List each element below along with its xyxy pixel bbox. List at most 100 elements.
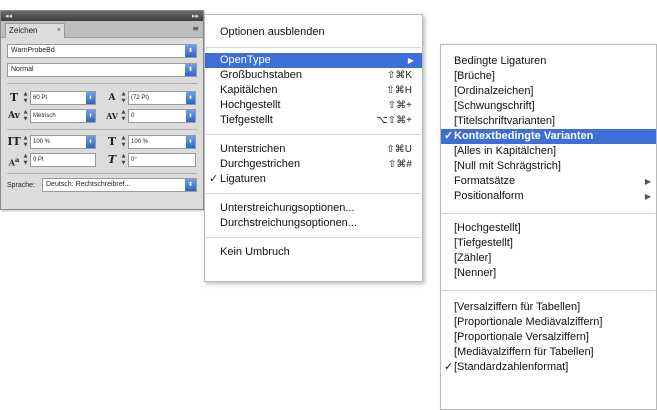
menu-item-small-caps[interactable]: Kapitälchen ⇧⌘H: [205, 83, 422, 98]
menu-item-label: Hochgestellt: [220, 99, 281, 111]
menu-item-superscript[interactable]: Hochgestellt ⇧⌘+: [205, 98, 422, 113]
collapse-icon[interactable]: ◂◂: [5, 12, 12, 20]
submenu-item[interactable]: [Hochgestellt]: [441, 221, 656, 236]
menu-item-strikethrough[interactable]: Durchgestrichen ⇧⌘#: [205, 157, 422, 172]
chevron-updown-icon: ⬍: [185, 64, 196, 76]
submenu-item-stylistic-sets[interactable]: Formatsätze ▶: [441, 174, 656, 189]
menu-item-hide-options[interactable]: Optionen ausblenden: [205, 25, 422, 40]
menu-item-label: Durchgestrichen: [220, 158, 301, 170]
close-icon[interactable]: ×: [57, 24, 61, 37]
submenu-item-label: [Titelschriftvarianten]: [454, 115, 556, 127]
submenu-item-label: [Proportionale Versalziffern]: [454, 331, 589, 343]
submenu-item-label: [Tiefgestellt]: [454, 237, 513, 249]
submenu-item-label: Bedingte Ligaturen: [454, 55, 547, 67]
stepper-icon[interactable]: ▲ ▼: [22, 135, 29, 149]
leading-input[interactable]: (72 Pt) ⬍: [128, 91, 196, 105]
menu-item-label: Kapitälchen: [220, 84, 278, 96]
menu-item-subscript[interactable]: Tiefgestellt ⌥⇧⌘+: [205, 113, 422, 128]
chevron-updown-icon: ⬍: [86, 136, 95, 148]
menu-item-no-break[interactable]: Kein Umbruch: [205, 245, 422, 260]
vertical-scale-input[interactable]: 100 % ⬍: [30, 135, 96, 149]
stepper-icon[interactable]: ▲ ▼: [120, 91, 127, 105]
submenu-arrow-icon: ▶: [644, 177, 651, 186]
submenu-item[interactable]: [Schwungschrift]: [441, 99, 656, 114]
submenu-item[interactable]: [Alles in Kapitälchen]: [441, 144, 656, 159]
submenu-item[interactable]: [Titelschriftvarianten]: [441, 114, 656, 129]
submenu-item-label: [Proportionale Mediävalziffern]: [454, 316, 603, 328]
chevron-updown-icon: ⬍: [186, 92, 195, 104]
submenu-item-positional-forms[interactable]: Positionalform ▶: [441, 189, 656, 204]
language-label: Sprache:: [7, 182, 36, 189]
checkmark-icon: ✓: [444, 130, 454, 142]
submenu-item[interactable]: [Brüche]: [441, 69, 656, 84]
kerning-input[interactable]: Metrisch ⬍: [30, 109, 96, 123]
kerning-value: Metrisch: [33, 113, 56, 119]
submenu-item-contextual-alternates[interactable]: ✓ Kontextbedingte Varianten: [441, 129, 656, 144]
submenu-item-label: [Standardzahlenformat]: [454, 361, 569, 373]
chevron-updown-icon: ⬍: [185, 179, 196, 191]
chevron-updown-icon: ⬍: [86, 92, 95, 104]
submenu-item[interactable]: [Ordinalzeichen]: [441, 84, 656, 99]
font-family-select[interactable]: WarnProbeBd ⬍: [7, 44, 197, 58]
submenu-item[interactable]: [Null mit Schrägstrich]: [441, 159, 656, 174]
baseline-shift-icon: Aa: [8, 156, 20, 168]
chevron-updown-icon: ⬍: [86, 110, 95, 122]
stepper-icon[interactable]: ▲ ▼: [120, 109, 127, 123]
menu-item-underline[interactable]: Unterstrichen ⇧⌘U: [205, 142, 422, 157]
skew-input[interactable]: 0°: [128, 153, 196, 167]
menu-item-opentype[interactable]: OpenType ▶: [205, 53, 422, 68]
menu-separator: [206, 47, 421, 48]
panel-titlebar[interactable]: ◂◂ ▸▸: [1, 11, 203, 21]
submenu-item[interactable]: [Nenner]: [441, 266, 656, 281]
submenu-item[interactable]: Bedingte Ligaturen: [441, 54, 656, 69]
panel-menu-icon[interactable]: ≡: [192, 25, 199, 33]
menu-item-label: Optionen ausblenden: [220, 26, 325, 38]
tab-character[interactable]: Zeichen ×: [5, 23, 65, 38]
submenu-item-label: Formatsätze: [454, 175, 516, 187]
baseline-shift-input[interactable]: 0 Pt: [30, 153, 96, 167]
tab-label: Zeichen: [9, 26, 38, 35]
horizontal-scale-icon: T: [107, 135, 117, 148]
chevron-updown-icon: ⬍: [186, 110, 195, 122]
menu-separator: [206, 193, 421, 194]
submenu-item[interactable]: [Versalziffern für Tabellen]: [441, 300, 656, 315]
character-panel-menu: Optionen ausblenden OpenType ▶ Großbuchs…: [204, 14, 423, 282]
menu-item-underline-options[interactable]: Unterstreichungsoptionen...: [205, 201, 422, 216]
vertical-scale-value: 100 %: [33, 139, 51, 145]
submenu-item[interactable]: [Zähler]: [441, 251, 656, 266]
submenu-item[interactable]: [Mediävalziffern für Tabellen]: [441, 345, 656, 360]
stepper-icon[interactable]: ▲ ▼: [120, 153, 127, 167]
tracking-icon: AV: [106, 111, 118, 121]
submenu-item[interactable]: [Proportionale Versalziffern]: [441, 330, 656, 345]
stepper-icon[interactable]: ▲ ▼: [22, 91, 29, 105]
shortcut-label: ⇧⌘K: [386, 70, 412, 81]
stepper-icon[interactable]: ▲ ▼: [120, 135, 127, 149]
opentype-submenu: Bedingte Ligaturen [Brüche] [Ordinalzeic…: [440, 44, 657, 410]
submenu-item-label: [Alles in Kapitälchen]: [454, 145, 557, 157]
menu-item-label: Großbuchstaben: [220, 69, 302, 81]
menu-item-strikethrough-options[interactable]: Durchstreichungsoptionen...: [205, 216, 422, 231]
menu-item-ligatures[interactable]: ✓ Ligaturen: [205, 172, 422, 187]
horizontal-scale-input[interactable]: 100 % ⬍: [128, 135, 196, 149]
submenu-arrow-icon: ▶: [407, 56, 414, 65]
menu-item-label: Unterstrichen: [220, 143, 286, 155]
stepper-icon[interactable]: ▲ ▼: [22, 153, 29, 167]
menu-item-label: Durchstreichungsoptionen...: [220, 217, 357, 229]
language-select[interactable]: Deutsch: Rechtschreibref... ⬍: [42, 178, 197, 192]
expand-icon[interactable]: ▸▸: [192, 12, 199, 20]
submenu-item[interactable]: [Tiefgestellt]: [441, 236, 656, 251]
font-style-select[interactable]: Normal ⬍: [7, 63, 197, 77]
menu-item-all-caps[interactable]: Großbuchstaben ⇧⌘K: [205, 68, 422, 83]
submenu-item[interactable]: [Proportionale Mediävalziffern]: [441, 315, 656, 330]
submenu-item-default-figure-style[interactable]: ✓ [Standardzahlenformat]: [441, 360, 656, 375]
shortcut-label: ⌥⇧⌘+: [376, 115, 412, 126]
submenu-item-label: [Versalziffern für Tabellen]: [454, 301, 581, 313]
tracking-input[interactable]: 0 ⬍: [128, 109, 196, 123]
tracking-value: 0: [131, 113, 135, 119]
font-size-input[interactable]: 60 Pt ⬍: [30, 91, 96, 105]
stepper-icon[interactable]: ▲ ▼: [22, 109, 29, 123]
submenu-item-label: [Hochgestellt]: [454, 222, 521, 234]
menu-item-label: Ligaturen: [220, 173, 266, 185]
baseline-shift-value: 0 Pt: [33, 157, 44, 163]
shortcut-label: ⇧⌘H: [386, 85, 412, 96]
